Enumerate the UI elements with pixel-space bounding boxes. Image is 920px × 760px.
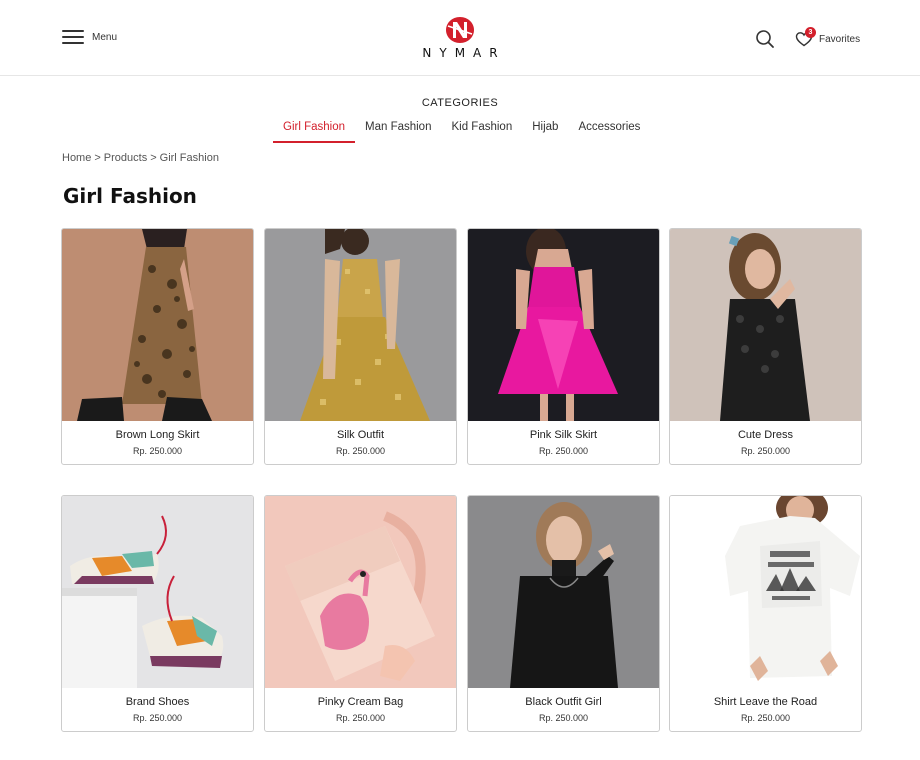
tab-accessories[interactable]: Accessories — [568, 119, 650, 143]
product-price: Rp. 250.000 — [335, 713, 386, 723]
product-card[interactable]: Cute Dress Rp. 250.000 — [669, 228, 862, 465]
breadcrumb-separator: > — [150, 152, 157, 164]
breadcrumb-current: Girl Fashion — [159, 152, 219, 164]
product-image — [62, 496, 253, 688]
favorites-button[interactable]: 3 Favorites — [795, 27, 861, 48]
product-card[interactable]: Pinky Cream Bag Rp. 250.000 — [264, 495, 457, 732]
categories-title: CATEGORIES — [421, 97, 499, 109]
product-image — [468, 229, 659, 421]
breadcrumb: Home > Products > Girl Fashion — [62, 152, 219, 164]
product-price: Rp. 250.000 — [538, 446, 589, 456]
product-name: Brown Long Skirt — [115, 429, 200, 441]
product-image — [670, 229, 861, 421]
favorites-count-badge: 3 — [805, 27, 816, 38]
product-card[interactable]: Brown Long Skirt Rp. 250.000 — [61, 228, 254, 465]
tab-kid-fashion[interactable]: Kid Fashion — [441, 119, 522, 143]
product-name: Silk Outfit — [336, 429, 385, 441]
page-title: Girl Fashion — [63, 184, 197, 208]
category-tabs: Girl Fashion Man Fashion Kid Fashion Hij… — [273, 119, 650, 143]
site-header: Menu NYMAR 3 Favorites — [0, 0, 920, 76]
product-price: Rp. 250.000 — [740, 713, 791, 723]
tab-man-fashion[interactable]: Man Fashion — [355, 119, 441, 143]
product-price: Rp. 250.000 — [335, 446, 386, 456]
product-price: Rp. 250.000 — [538, 713, 589, 723]
product-name: Cute Dress — [737, 429, 794, 441]
product-name: Pink Silk Skirt — [529, 429, 598, 441]
product-image — [265, 229, 456, 421]
product-name: Pinky Cream Bag — [317, 696, 404, 708]
heart-icon: 3 — [795, 27, 816, 48]
product-image — [468, 496, 659, 688]
tab-hijab[interactable]: Hijab — [522, 119, 568, 143]
product-price: Rp. 250.000 — [132, 713, 183, 723]
breadcrumb-products[interactable]: Products — [104, 152, 147, 164]
product-card[interactable]: Shirt Leave the Road Rp. 250.000 — [669, 495, 862, 732]
product-image — [265, 496, 456, 688]
tab-girl-fashion[interactable]: Girl Fashion — [273, 119, 355, 143]
product-name: Black Outfit Girl — [525, 696, 602, 708]
product-card[interactable]: Silk Outfit Rp. 250.000 — [264, 228, 457, 465]
breadcrumb-home[interactable]: Home — [62, 152, 91, 164]
menu-button[interactable]: Menu — [62, 30, 117, 44]
product-price: Rp. 250.000 — [740, 446, 791, 456]
product-image — [670, 496, 861, 688]
product-image — [62, 229, 253, 421]
product-name: Brand Shoes — [125, 696, 190, 708]
search-icon — [756, 30, 774, 48]
product-price: Rp. 250.000 — [132, 446, 183, 456]
favorites-label: Favorites — [819, 33, 861, 45]
hamburger-icon — [62, 30, 84, 44]
product-card[interactable]: Black Outfit Girl Rp. 250.000 — [467, 495, 660, 732]
brand-logo[interactable]: NYMAR — [410, 16, 510, 60]
search-button[interactable] — [755, 29, 775, 49]
product-card[interactable]: Pink Silk Skirt Rp. 250.000 — [467, 228, 660, 465]
brand-logo-icon — [446, 17, 474, 43]
breadcrumb-separator: > — [94, 152, 101, 164]
product-card[interactable]: Brand Shoes Rp. 250.000 — [61, 495, 254, 732]
brand-name: NYMAR — [422, 46, 506, 60]
product-name: Shirt Leave the Road — [713, 696, 818, 708]
menu-label: Menu — [92, 31, 118, 43]
